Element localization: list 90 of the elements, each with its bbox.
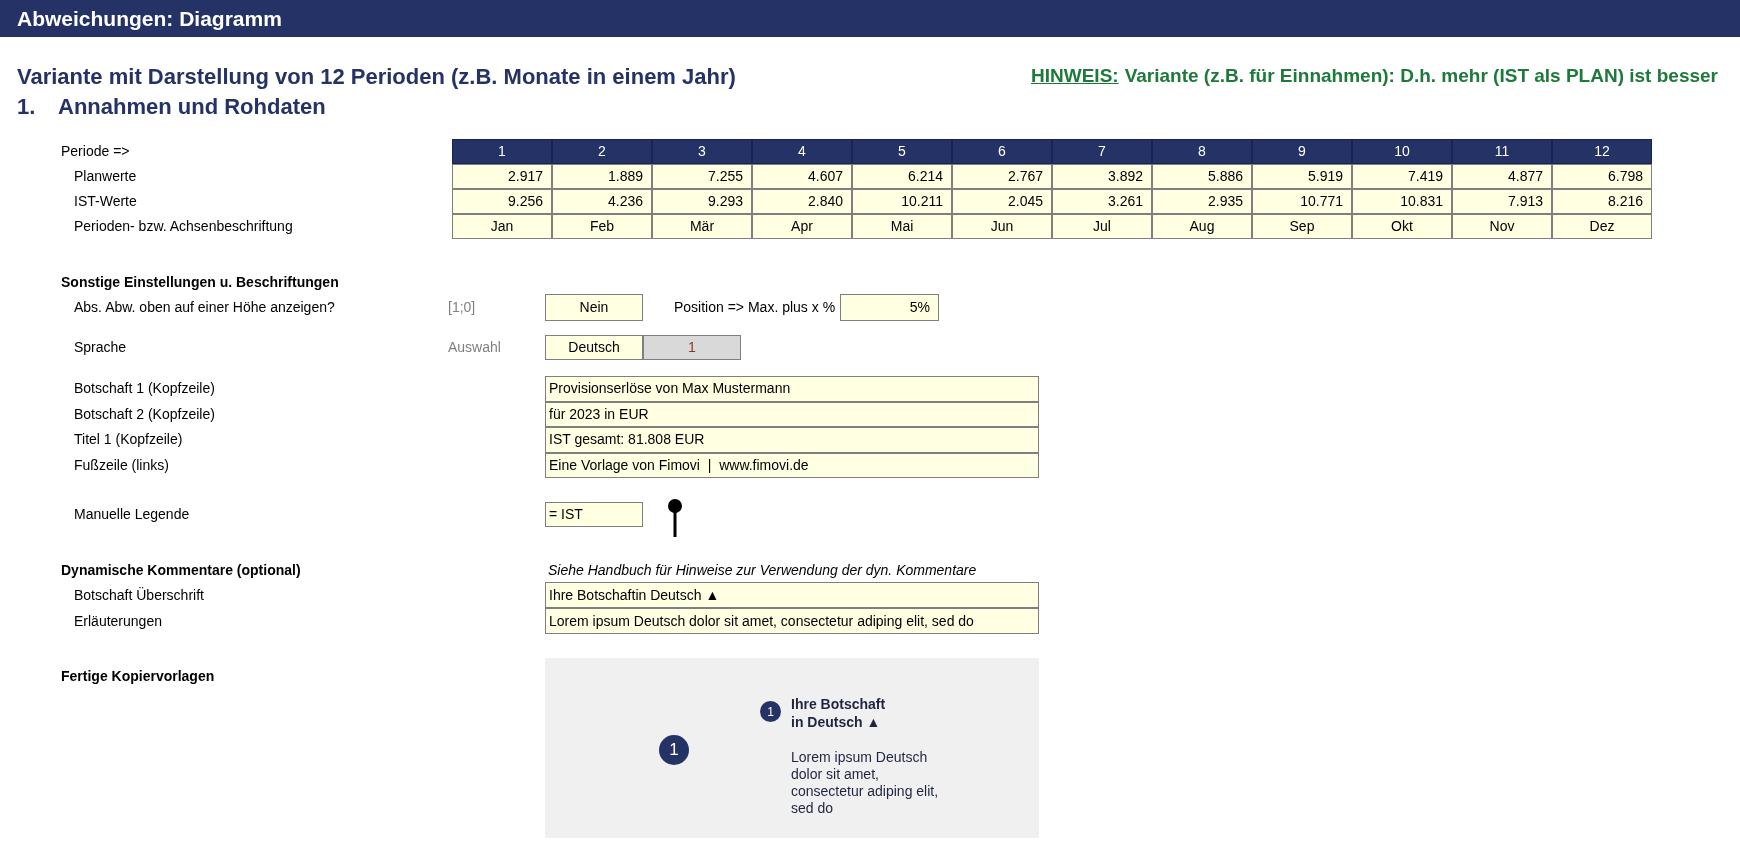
period-header: 1: [452, 139, 552, 164]
period-header: 12: [1552, 139, 1652, 164]
row-label: Erläuterungen: [73, 611, 163, 631]
table-cell: Mai: [852, 214, 952, 239]
note-text: Variante (z.B. für Einnahmen): D.h. mehr (IST als PLAN) ist besser: [1124, 63, 1718, 88]
value-field[interactable]: Nein: [545, 294, 643, 321]
table-cell: 3.261: [1052, 189, 1152, 214]
table-cell: 6.798: [1552, 164, 1652, 189]
row-label: Position => Max. plus x %: [674, 298, 837, 317]
table-cell: 3.892: [1052, 164, 1152, 189]
table-cell: 9.293: [652, 189, 752, 214]
period-header: 4: [752, 139, 852, 164]
table-cell: 1.889: [552, 164, 652, 189]
table-cell: Sep: [1252, 214, 1352, 239]
period-header: 6: [952, 139, 1052, 164]
table-cell: 7.255: [652, 164, 752, 189]
row-label: Sprache: [73, 338, 128, 357]
index-cell: 1: [643, 335, 741, 360]
table-cell: Jun: [952, 214, 1052, 239]
table-cell: 6.214: [852, 164, 952, 189]
text-field[interactable]: Lorem ipsum Deutsch dolor sit amet, consectetur adiping elit, sed do: [545, 608, 1039, 634]
table-cell: Apr: [752, 214, 852, 239]
table-cell: 4.607: [752, 164, 852, 189]
table-cell: Nov: [1452, 214, 1552, 239]
row-label: Abs. Abw. oben auf einer Höhe anzeigen?: [73, 298, 336, 317]
period-header: 10: [1352, 139, 1452, 164]
table-cell: Dez: [1552, 214, 1652, 239]
section-number: 1.: [17, 92, 37, 121]
text-field[interactable]: Provisionserlöse von Max Mustermann: [545, 376, 1039, 402]
row-label: IST-Werte: [73, 192, 138, 211]
table-cell: 10.211: [852, 189, 952, 214]
table-cell: 10.831: [1352, 189, 1452, 214]
table-cell: 2.917: [452, 164, 552, 189]
marker-badge: 1: [760, 701, 781, 722]
row-label: Botschaft Überschrift: [73, 585, 205, 605]
page-title: Abweichungen: Diagramm: [17, 5, 282, 32]
period-header: 11: [1452, 139, 1552, 164]
table-cell: 4.877: [1452, 164, 1552, 189]
section-heading: Fertige Kopiervorlagen: [61, 667, 216, 686]
table-cell: 7.419: [1352, 164, 1452, 189]
table-cell: 5.886: [1152, 164, 1252, 189]
period-header: 9: [1252, 139, 1352, 164]
table-cell: Jan: [452, 214, 552, 239]
period-header: 7: [1052, 139, 1152, 164]
row-label: Manuelle Legende: [73, 505, 191, 524]
text-field[interactable]: für 2023 in EUR: [545, 401, 1039, 427]
table-cell: Mär: [652, 214, 752, 239]
section-title: Annahmen und Rohdaten: [58, 92, 326, 121]
table-cell: 2.045: [952, 189, 1052, 214]
period-header: 3: [652, 139, 752, 164]
callout-heading: Ihre Botschaft in Deutsch ▲: [791, 695, 887, 731]
period-header: 8: [1152, 139, 1252, 164]
table-cell: 10.771: [1252, 189, 1352, 214]
row-label: Perioden- bzw. Achsenbeschriftung: [73, 217, 294, 236]
callout-body: Lorem ipsum Deutsch dolor sit amet, consectetur adiping elit, sed do: [791, 749, 939, 817]
row-label: Periode =>: [61, 142, 131, 161]
text-field[interactable]: = IST: [545, 502, 643, 527]
period-header: 5: [852, 139, 952, 164]
note-label: HINWEIS:: [1031, 63, 1119, 88]
row-label: Planwerte: [73, 167, 138, 186]
subtitle: Variante mit Darstellung von 12 Perioden (z.B. Monate in einem Jahr): [17, 62, 736, 91]
table-cell: Jul: [1052, 214, 1152, 239]
table-cell: Aug: [1152, 214, 1252, 239]
table-cell: 7.913: [1452, 189, 1552, 214]
note-text: Siehe Handbuch für Hinweise zur Verwendung der dyn. Kommentare: [547, 560, 977, 580]
row-label: Titel 1 (Kopfzeile): [73, 430, 184, 450]
table-cell: 9.256: [452, 189, 552, 214]
text-field[interactable]: IST gesamt: 81.808 EUR: [545, 427, 1039, 453]
text-field[interactable]: Ihre Botschaftin Deutsch ▲: [545, 582, 1039, 608]
text-field[interactable]: Eine Vorlage von Fimovi | www.fimovi.de: [545, 452, 1039, 478]
row-label: Botschaft 1 (Kopfzeile): [73, 379, 216, 399]
table-cell: 5.919: [1252, 164, 1352, 189]
row-label: Fußzeile (links): [73, 455, 170, 475]
table-cell: 4.236: [552, 189, 652, 214]
period-header: 2: [552, 139, 652, 164]
hint-text: Auswahl: [448, 338, 502, 357]
table-cell: Okt: [1352, 214, 1452, 239]
section-heading: Dynamische Kommentare (optional): [61, 560, 302, 580]
section-heading: Sonstige Einstellungen u. Beschriftungen: [61, 272, 339, 292]
value-field[interactable]: Deutsch: [545, 335, 643, 360]
value-field[interactable]: 5%: [840, 294, 939, 321]
row-label: Botschaft 2 (Kopfzeile): [73, 404, 216, 424]
hint-text: [1;0]: [448, 298, 477, 317]
table-cell: 2.935: [1152, 189, 1252, 214]
table-cell: 2.840: [752, 189, 852, 214]
table-cell: Feb: [552, 214, 652, 239]
table-cell: 8.216: [1552, 189, 1652, 214]
pin-icon: [667, 499, 683, 537]
table-cell: 2.767: [952, 164, 1052, 189]
marker-badge: 1: [659, 735, 689, 765]
